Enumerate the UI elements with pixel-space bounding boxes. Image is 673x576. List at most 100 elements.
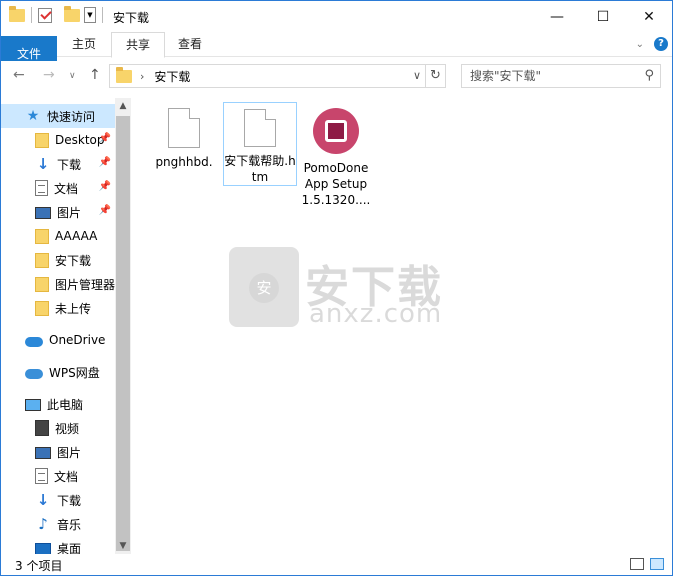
- divider: [31, 7, 32, 23]
- nav-wps-drive[interactable]: WPS网盘: [1, 360, 115, 384]
- nav-label: 下载: [57, 157, 82, 172]
- nav-item-pc-downloads[interactable]: ↓ 下载: [1, 488, 115, 512]
- file-item[interactable]: PomoDoneApp Setup 1.5.1320....: [299, 102, 373, 208]
- nav-item-picture-manager[interactable]: 图片管理器: [1, 272, 115, 296]
- watermark-domain: anxz.com: [309, 299, 443, 329]
- blank-file-icon: [168, 108, 200, 148]
- nav-label: 此电脑: [47, 397, 84, 412]
- file-name: 安下载帮助.htm: [224, 154, 296, 184]
- nav-label: OneDrive: [49, 333, 106, 347]
- scroll-down-icon[interactable]: ▼: [115, 538, 131, 554]
- nav-item-documents[interactable]: 文档 📌: [1, 176, 115, 200]
- nav-onedrive[interactable]: OneDrive: [1, 328, 115, 352]
- window-controls: — ☐ ✕: [534, 1, 672, 32]
- nav-item-desktop[interactable]: Desktop 📌: [1, 128, 115, 152]
- nav-pane-scrollbar[interactable]: ▲ ▼: [115, 98, 131, 554]
- expand-ribbon-icon[interactable]: ⌄: [636, 39, 644, 50]
- nav-item-videos[interactable]: 视频: [1, 416, 115, 440]
- nav-item-downloads[interactable]: ↓ 下载 📌: [1, 152, 115, 176]
- nav-item-anxz[interactable]: 安下载: [1, 248, 115, 272]
- nav-label: 图片: [57, 205, 82, 220]
- nav-label: Desktop: [55, 133, 105, 147]
- folder-icon[interactable]: [9, 5, 25, 22]
- document-icon: [35, 180, 48, 196]
- pin-icon: 📌: [98, 157, 111, 168]
- folder-icon: [35, 252, 49, 268]
- search-input[interactable]: [462, 65, 632, 87]
- video-icon: [35, 420, 49, 436]
- navigation-bar: ← → ∨ ↑ › 安下载 ∨ ↻ ⚲: [1, 58, 672, 96]
- minimize-button[interactable]: —: [534, 1, 580, 32]
- search-icon[interactable]: ⚲: [644, 68, 654, 83]
- status-bar: 3 个项目: [1, 554, 672, 575]
- divider: [102, 7, 103, 23]
- nav-label: 未上传: [55, 301, 92, 316]
- breadcrumb-item[interactable]: 安下载: [154, 68, 190, 85]
- customize-toolbar-dropdown[interactable]: ▼: [84, 7, 96, 23]
- nav-label: 图片: [57, 445, 82, 460]
- nav-item-not-uploaded[interactable]: 未上传: [1, 296, 115, 320]
- tab-home[interactable]: 主页: [63, 32, 105, 57]
- nav-this-pc[interactable]: 此电脑: [1, 392, 115, 416]
- maximize-button[interactable]: ☐: [580, 1, 626, 32]
- search-box[interactable]: ⚲: [461, 64, 661, 88]
- folder-icon: [35, 132, 49, 148]
- tab-share[interactable]: 共享: [111, 32, 165, 58]
- address-dropdown-icon[interactable]: ∨: [413, 69, 421, 82]
- nav-item-desktop-pc[interactable]: 桌面: [1, 536, 115, 554]
- breadcrumb-separator-icon[interactable]: ›: [140, 70, 144, 83]
- tab-view[interactable]: 查看: [169, 32, 211, 57]
- desktop-icon: [35, 543, 51, 554]
- nav-item-pc-pictures[interactable]: 图片: [1, 440, 115, 464]
- nav-item-aaaaa[interactable]: AAAAA: [1, 224, 115, 248]
- pomodone-app-icon: [313, 108, 359, 154]
- file-name: PomoDoneApp Setup 1.5.1320....: [301, 161, 371, 207]
- explorer-window: ▼ 安下载 — ☐ ✕ 文件 主页 共享 查看 ⌄ ? ← → ∨ ↑ › 安下…: [0, 0, 673, 576]
- details-view-icon[interactable]: [630, 558, 644, 570]
- scrollbar-thumb[interactable]: [116, 116, 130, 551]
- forward-arrow-icon[interactable]: →: [43, 67, 55, 83]
- pictures-icon: [35, 447, 51, 459]
- nav-item-pc-documents[interactable]: 文档: [1, 464, 115, 488]
- window-title: 安下载: [113, 11, 150, 25]
- ribbon-tabs: 文件 主页 共享 查看 ⌄ ?: [1, 32, 672, 61]
- large-icons-view-icon[interactable]: [650, 558, 664, 570]
- music-icon: ♪: [38, 515, 48, 533]
- watermark-logo: 安 安下载 anxz.com: [229, 247, 449, 337]
- address-bar[interactable]: › 安下载 ∨ ↻: [109, 64, 446, 88]
- file-item[interactable]: 安下载帮助.htm: [223, 102, 297, 186]
- item-count: 3 个项目: [15, 559, 63, 573]
- wps-cloud-icon: [25, 369, 43, 379]
- shopping-bag-icon: 安: [229, 247, 299, 327]
- nav-quick-access[interactable]: ★ 快速访问: [1, 104, 115, 128]
- close-button[interactable]: ✕: [626, 1, 672, 32]
- file-name: pnghhbd.: [155, 155, 213, 169]
- back-arrow-icon[interactable]: ←: [13, 67, 25, 83]
- recent-locations-chevron-icon[interactable]: ∨: [69, 71, 76, 81]
- nav-label: 视频: [55, 421, 80, 436]
- file-item[interactable]: pnghhbd.: [147, 102, 221, 170]
- nav-item-pictures[interactable]: 图片 📌: [1, 200, 115, 224]
- download-icon: ↓: [36, 155, 50, 173]
- nav-label: 快速访问: [47, 109, 96, 124]
- up-arrow-icon[interactable]: ↑: [89, 67, 101, 83]
- folder-icon: [35, 276, 49, 292]
- star-icon: ★: [26, 108, 40, 124]
- nav-item-music[interactable]: ♪ 音乐: [1, 512, 115, 536]
- nav-label: 文档: [54, 469, 79, 484]
- download-icon: ↓: [36, 491, 50, 509]
- help-icon[interactable]: ?: [654, 37, 668, 51]
- properties-icon[interactable]: [38, 7, 52, 23]
- nav-label: AAAAA: [55, 229, 98, 243]
- scroll-up-icon[interactable]: ▲: [115, 98, 131, 114]
- quick-access-toolbar: ▼: [9, 5, 105, 23]
- nav-label: 桌面: [57, 541, 82, 555]
- blank-file-icon: [244, 109, 276, 147]
- onedrive-cloud-icon: [25, 337, 43, 347]
- watermark-badge: 安: [249, 273, 279, 303]
- computer-icon: [25, 398, 41, 411]
- ribbon-right-controls: ⌄ ?: [636, 37, 668, 51]
- new-folder-icon[interactable]: [64, 5, 80, 22]
- pin-icon: 📌: [98, 181, 111, 192]
- refresh-icon[interactable]: ↻: [425, 65, 445, 87]
